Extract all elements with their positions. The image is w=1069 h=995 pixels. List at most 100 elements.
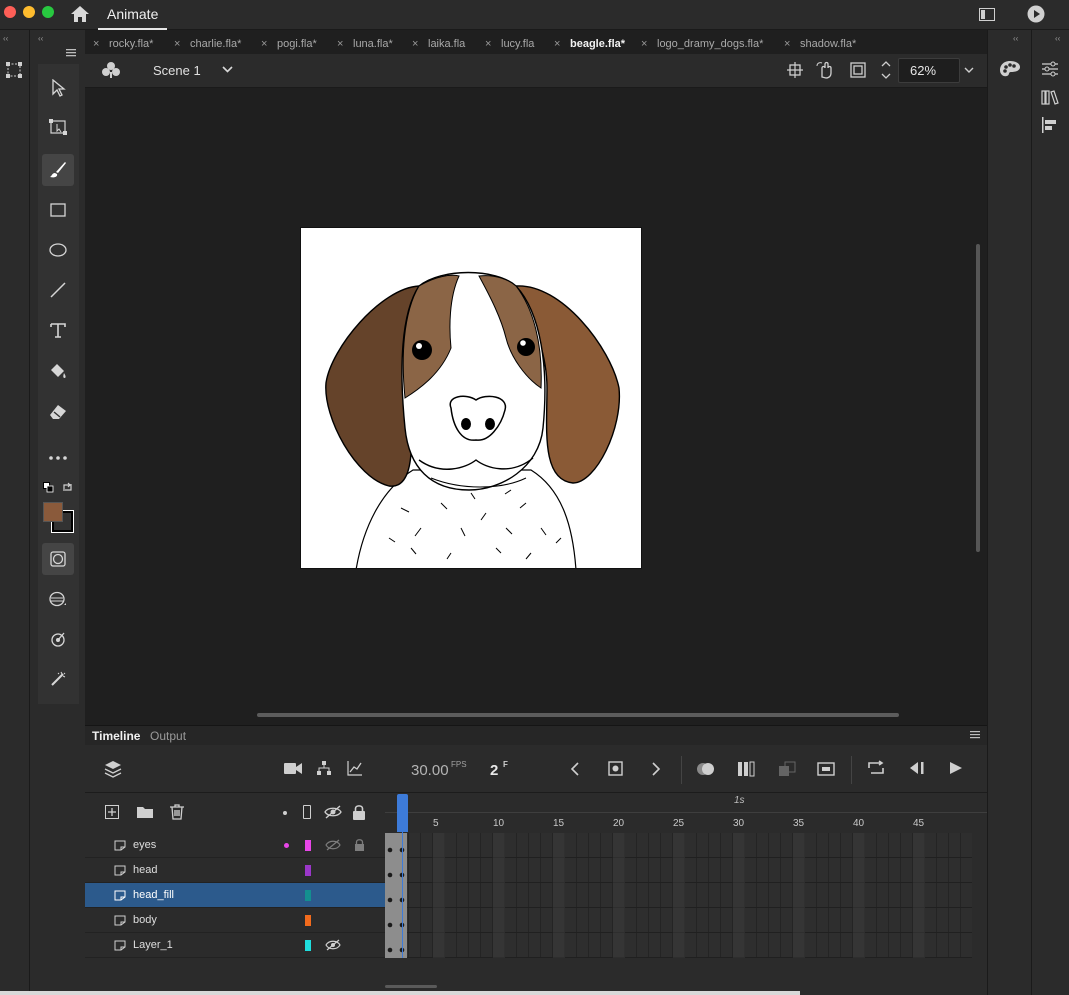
- expand-panel-icon[interactable]: ‹‹: [3, 34, 8, 43]
- paint-bucket-tool-icon[interactable]: [42, 356, 74, 388]
- hidden-eye-icon[interactable]: [325, 839, 341, 851]
- layer-color-marker[interactable]: [305, 840, 311, 851]
- layer-color-marker[interactable]: [305, 940, 311, 951]
- tab-output[interactable]: Output: [150, 729, 186, 743]
- panel-menu-icon[interactable]: [970, 731, 980, 739]
- camera-icon[interactable]: [284, 762, 302, 775]
- eraser-tool-icon[interactable]: [42, 396, 74, 428]
- timeline-horizontal-scrollbar[interactable]: [385, 985, 437, 988]
- properties-panel-icon[interactable]: [1041, 61, 1059, 77]
- outline-layers-icon[interactable]: [303, 805, 311, 819]
- lock-icon[interactable]: [352, 804, 366, 820]
- close-tab-icon[interactable]: ×: [412, 34, 418, 54]
- brush-mode-icon[interactable]: [42, 583, 74, 615]
- collapse-tools-icon[interactable]: ‹‹: [38, 34, 43, 43]
- loop-playback-icon[interactable]: [866, 760, 886, 776]
- layer-color-marker[interactable]: [305, 890, 311, 901]
- graph-icon[interactable]: [347, 760, 363, 776]
- close-tab-icon[interactable]: ×: [784, 34, 790, 54]
- highlight-layers-icon[interactable]: [283, 811, 287, 815]
- pressure-icon[interactable]: [42, 623, 74, 655]
- edit-multiple-frames-icon[interactable]: [737, 761, 755, 777]
- play-icon[interactable]: [948, 761, 964, 775]
- layer-row-body[interactable]: body: [85, 908, 385, 933]
- layer-row-eyes[interactable]: eyes: [85, 833, 385, 858]
- minimize-window-button[interactable]: [23, 6, 35, 18]
- close-tab-icon[interactable]: ×: [174, 34, 180, 54]
- stage-canvas[interactable]: [300, 227, 642, 569]
- delete-layer-icon[interactable]: [169, 804, 185, 820]
- tab-timeline[interactable]: Timeline: [92, 729, 140, 743]
- previous-keyframe-icon[interactable]: [570, 762, 580, 776]
- scene-selector[interactable]: Scene 1: [153, 63, 201, 78]
- current-frame-value[interactable]: 2: [490, 762, 498, 779]
- layers-icon[interactable]: [104, 760, 122, 778]
- close-tab-icon[interactable]: ×: [485, 34, 491, 54]
- align-panel-icon[interactable]: [1041, 117, 1057, 133]
- smoothing-icon[interactable]: [42, 663, 74, 695]
- workspace-icon[interactable]: [979, 8, 995, 21]
- free-transform-tool-icon[interactable]: [42, 111, 74, 143]
- layer-row-layer-1[interactable]: Layer_1: [85, 933, 385, 958]
- transform-panel-icon[interactable]: [5, 61, 23, 79]
- tab-laika[interactable]: × laika.fla: [404, 34, 465, 54]
- fill-color-swatch[interactable]: [43, 502, 63, 522]
- timeline-vertical-scroll-track[interactable]: [972, 833, 987, 958]
- tab-beagle[interactable]: × beagle.fla*: [546, 34, 625, 54]
- zoom-dropdown-icon[interactable]: [964, 67, 974, 74]
- tools-menu-icon[interactable]: [66, 49, 76, 57]
- selection-tool-icon[interactable]: [42, 72, 74, 104]
- layer-row-head[interactable]: head: [85, 858, 385, 883]
- tab-lucy[interactable]: × lucy.fla: [477, 34, 534, 54]
- tab-pogi[interactable]: × pogi.fla*: [253, 34, 317, 54]
- home-icon[interactable]: [70, 5, 90, 23]
- tab-charlie[interactable]: × charlie.fla*: [166, 34, 241, 54]
- layer-color-marker[interactable]: [305, 915, 311, 926]
- new-folder-icon[interactable]: [136, 805, 154, 819]
- zoom-stepper-icon[interactable]: [881, 60, 891, 80]
- stage-horizontal-scrollbar[interactable]: [257, 713, 899, 717]
- tab-rocky[interactable]: × rocky.fla*: [85, 34, 153, 54]
- test-movie-icon[interactable]: [1027, 5, 1045, 23]
- center-stage-icon[interactable]: [787, 62, 803, 78]
- create-tween-icon[interactable]: [778, 761, 796, 777]
- clip-content-icon[interactable]: [850, 62, 866, 78]
- close-tab-icon[interactable]: ×: [93, 34, 99, 54]
- zoom-input[interactable]: 62%: [898, 58, 960, 83]
- playhead-handle[interactable]: [397, 794, 408, 832]
- close-window-button[interactable]: [4, 6, 16, 18]
- layer-row-head-fill[interactable]: head_fill: [85, 883, 385, 908]
- more-tools-icon[interactable]: [42, 442, 74, 474]
- line-tool-icon[interactable]: [42, 274, 74, 306]
- fps-value[interactable]: 30.00: [411, 762, 449, 779]
- brush-tool-icon[interactable]: [42, 154, 74, 186]
- frame-ruler[interactable]: [385, 793, 987, 833]
- layer-parenting-icon[interactable]: [316, 760, 332, 776]
- frames-grid[interactable]: [385, 833, 972, 958]
- layer-lock-icon[interactable]: [354, 838, 365, 851]
- rectangle-tool-icon[interactable]: [42, 194, 74, 226]
- layer-color-marker[interactable]: [305, 865, 311, 876]
- library-panel-icon[interactable]: [1041, 89, 1059, 105]
- visibility-icon[interactable]: [324, 805, 342, 819]
- tab-luna[interactable]: × luna.fla*: [329, 34, 393, 54]
- collapse-right-icon[interactable]: ‹‹: [1013, 34, 1018, 43]
- object-drawing-icon[interactable]: [42, 543, 74, 575]
- default-colors-icon[interactable]: [43, 482, 54, 493]
- color-panel-icon[interactable]: [999, 60, 1021, 78]
- edit-symbols-icon[interactable]: [101, 61, 121, 79]
- text-tool-icon[interactable]: [42, 314, 74, 346]
- insert-blank-keyframe-icon[interactable]: [817, 762, 835, 776]
- close-tab-icon[interactable]: ×: [641, 34, 647, 54]
- new-layer-icon[interactable]: [105, 805, 119, 819]
- oval-tool-icon[interactable]: [42, 234, 74, 266]
- collapse-far-right-icon[interactable]: ‹‹: [1055, 34, 1060, 43]
- tab-shadow[interactable]: × shadow.fla*: [776, 34, 856, 54]
- app-name[interactable]: Animate: [98, 0, 168, 30]
- next-keyframe-icon[interactable]: [651, 762, 661, 776]
- stage-vertical-scrollbar[interactable]: [976, 244, 980, 552]
- close-tab-icon[interactable]: ×: [261, 34, 267, 54]
- tab-logo-dramy-dogs[interactable]: × logo_dramy_dogs.fla*: [633, 34, 763, 54]
- chevron-down-icon[interactable]: [222, 66, 233, 73]
- close-tab-icon[interactable]: ×: [337, 34, 343, 54]
